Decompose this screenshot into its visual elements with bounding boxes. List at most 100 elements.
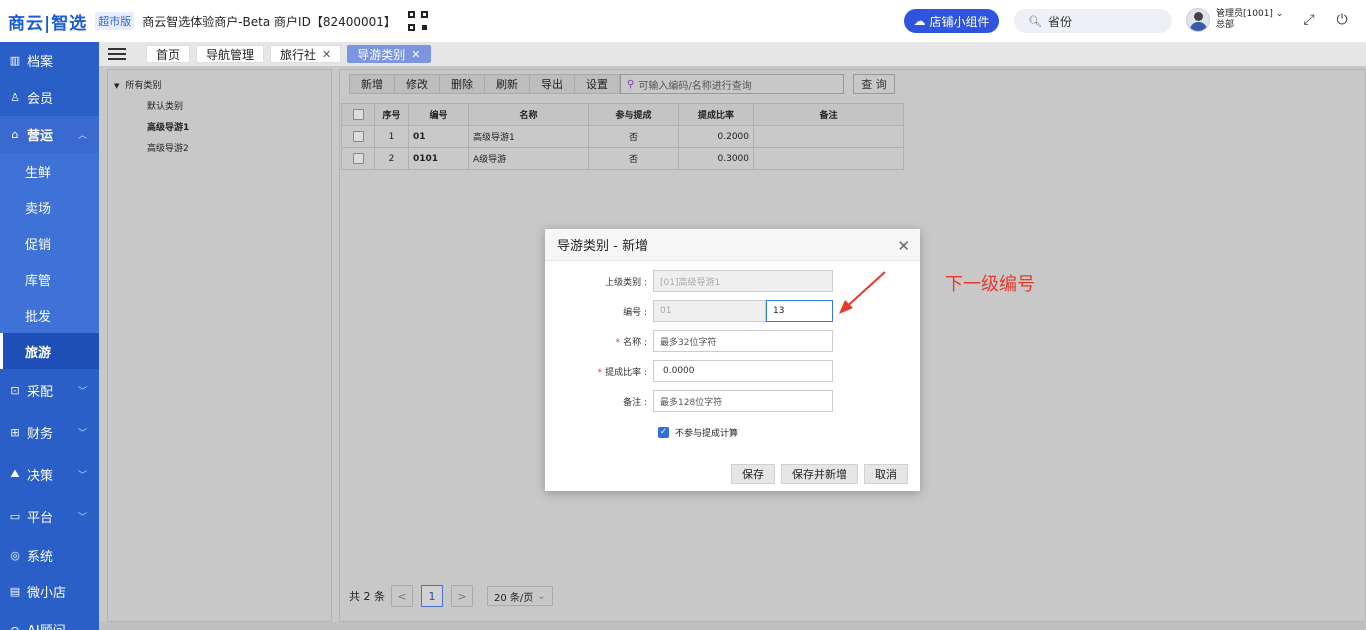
row-checkbox[interactable] xyxy=(352,153,364,164)
save-and-new-button[interactable]: 保存并新增 xyxy=(781,464,858,484)
user-menu[interactable]: 管理员[1001] ⌄ 总部 xyxy=(1186,8,1283,32)
sidebar-sub-fresh[interactable]: 生鲜 xyxy=(0,153,99,189)
exclude-commission-checkbox[interactable]: ✓ 不参与提成计算 xyxy=(658,426,738,439)
close-icon[interactable]: ✕ xyxy=(411,48,420,61)
shop-widget-label: 店铺小组件 xyxy=(929,14,990,29)
sidebar-item-microshop[interactable]: ▤ 微小店 xyxy=(0,573,99,609)
sidebar-sub-inventory[interactable]: 库管 xyxy=(0,261,99,297)
qrcode-icon[interactable] xyxy=(407,11,428,31)
grid-search-input[interactable]: ⚲ 可输入编码/名称进行查询 xyxy=(620,74,844,94)
settings-button[interactable]: 设置 xyxy=(574,74,620,94)
page-1-button[interactable]: 1 xyxy=(421,585,443,607)
dialog-buttons: 保存 保存并新增 取消 xyxy=(731,464,908,484)
sidebar-item-system[interactable]: ◎ 系统 xyxy=(0,537,99,573)
sidebar-item-purchase[interactable]: ⊡ 采配 ﹀ xyxy=(0,369,99,411)
sidebar-item-decision[interactable]: ⛰ 决策 ﹀ xyxy=(0,453,99,495)
close-icon[interactable]: ✕ xyxy=(322,48,331,61)
caret-down-icon[interactable]: ▼ xyxy=(114,82,119,90)
cloud-icon: ☁ xyxy=(913,14,926,28)
parent-category-field: [01]高级导游1 xyxy=(653,270,833,292)
checkbox[interactable] xyxy=(352,109,364,120)
page-size-select[interactable]: 20 条/页 ⌄ xyxy=(487,586,553,606)
cell-code[interactable]: 0101 xyxy=(408,147,469,170)
user-icon: ♙ xyxy=(10,91,20,104)
tree-root[interactable]: ▼ 所有类别 xyxy=(114,78,161,91)
fullscreen-icon[interactable]: ⤢ xyxy=(1301,12,1317,28)
edit-button[interactable]: 修改 xyxy=(394,74,439,94)
check-icon[interactable]: ✓ xyxy=(658,427,669,438)
footer-strip xyxy=(99,622,1366,630)
name-row: * 名称 : 最多32位字符 xyxy=(545,330,833,352)
sidebar-item-archive[interactable]: ▥ 档案 xyxy=(0,42,99,79)
cell-seq: 2 xyxy=(374,147,409,170)
pagination: 共 2 条 < 1 > 20 条/页 ⌄ xyxy=(349,585,553,607)
tab-navigation[interactable]: 导航管理 xyxy=(196,45,265,63)
sidebar-sub-travel[interactable]: 旅游 xyxy=(0,333,99,369)
cell-seq: 1 xyxy=(374,125,409,148)
column-header[interactable]: 编号 xyxy=(408,103,469,126)
export-button[interactable]: 导出 xyxy=(529,74,574,94)
data-table: 序号 编号 名称 参与提成 提成比率 备注 1 01 高级导游1 否 0.200… xyxy=(341,103,904,170)
sidebar: ▥ 档案 ♙ 会员 ⌂ 营运 ︿ 生鲜 卖场 促销 库管 批发 旅游 ⊡ 采配 ﹀ ⊞ 财务 ﹀… xyxy=(0,42,99,630)
tab-guide-category[interactable]: 导游类别 ✕ xyxy=(347,45,431,63)
refresh-button[interactable]: 刷新 xyxy=(484,74,529,94)
tree-node[interactable]: 高级导游2 xyxy=(147,141,189,154)
sidebar-item-ai[interactable]: ᗩAI顾问 xyxy=(0,609,99,630)
cell-commission: 否 xyxy=(588,147,679,170)
select-all-header[interactable] xyxy=(341,103,375,126)
save-button[interactable]: 保存 xyxy=(731,464,775,484)
table-row[interactable]: 2 0101 A级导游 否 0.3000 xyxy=(341,147,904,170)
user-org: 总部 xyxy=(1216,20,1235,30)
next-page-button[interactable]: > xyxy=(451,585,473,607)
power-icon[interactable]: ⏻ xyxy=(1334,12,1350,28)
search-icon: ⚲ xyxy=(627,78,635,90)
close-icon[interactable]: ✕ xyxy=(897,237,910,255)
cell-rate: 0.2000 xyxy=(678,125,754,148)
parent-row: 上级类别 : [01]高级导游1 xyxy=(545,270,833,292)
app-logo[interactable]: 商云|智选 xyxy=(8,9,87,34)
row-checkbox[interactable] xyxy=(352,131,364,142)
column-header[interactable]: 备注 xyxy=(753,103,904,126)
code-input[interactable]: 13 xyxy=(766,300,833,322)
column-header[interactable]: 名称 xyxy=(468,103,589,126)
archive-icon: ▥ xyxy=(9,54,21,67)
cancel-button[interactable]: 取消 xyxy=(864,464,908,484)
chevron-down-icon: ﹀ xyxy=(77,386,87,397)
cell-commission: 否 xyxy=(588,125,679,148)
sidebar-sub-store[interactable]: 卖场 xyxy=(0,189,99,225)
column-header[interactable]: 序号 xyxy=(374,103,409,126)
rate-input[interactable]: 0.0000 xyxy=(653,360,833,382)
sidebar-sub-wholesale[interactable]: 批发 xyxy=(0,297,99,333)
global-search-input[interactable]: 🔍︎ 省份 xyxy=(1014,9,1172,33)
remark-input[interactable]: 最多128位字符 xyxy=(653,390,833,412)
store-icon: ⌂ xyxy=(11,128,19,141)
search-value: 省份 xyxy=(1047,14,1072,29)
sidebar-item-member[interactable]: ♙ 会员 xyxy=(0,79,99,116)
table-row[interactable]: 1 01 高级导游1 否 0.2000 xyxy=(341,125,904,148)
name-input[interactable]: 最多32位字符 xyxy=(653,330,833,352)
grid-toolbar: 新增 修改 删除 刷新 导出 设置 xyxy=(349,74,620,94)
tree-node-selected[interactable]: 高级导游1 xyxy=(147,120,189,133)
parent-label: 上级类别 : xyxy=(605,277,647,288)
chevron-down-icon: ⌄ xyxy=(1275,9,1284,19)
cell-remark xyxy=(753,125,904,148)
add-button[interactable]: 新增 xyxy=(349,74,394,94)
prev-page-button[interactable]: < xyxy=(391,585,413,607)
column-header[interactable]: 参与提成 xyxy=(588,103,679,126)
tab-travel-agency[interactable]: 旅行社 ✕ xyxy=(270,45,342,63)
query-button[interactable]: 查 询 xyxy=(853,74,895,94)
menu-collapse-icon[interactable] xyxy=(108,45,126,63)
shop-widget-button[interactable]: ☁ 店铺小组件 xyxy=(904,9,999,33)
merchant-info: 商云智选体验商户-Beta 商户ID【82400001】 xyxy=(142,14,396,29)
delete-button[interactable]: 删除 xyxy=(439,74,484,94)
tab-home[interactable]: 首页 xyxy=(146,45,191,63)
tree-node[interactable]: 默认类别 xyxy=(147,99,183,112)
sidebar-item-operations[interactable]: ⌂ 营运 ︿ xyxy=(0,116,99,153)
sidebar-item-platform[interactable]: ▭ 平台 ﹀ xyxy=(0,495,99,537)
cell-remark xyxy=(753,147,904,170)
sidebar-item-finance[interactable]: ⊞ 财务 ﹀ xyxy=(0,411,99,453)
top-header: 商云|智选 超市版 商云智选体验商户-Beta 商户ID【82400001】 ☁… xyxy=(0,0,1366,42)
column-header[interactable]: 提成比率 xyxy=(678,103,754,126)
sidebar-sub-promotion[interactable]: 促销 xyxy=(0,225,99,261)
cell-code[interactable]: 01 xyxy=(408,125,469,148)
